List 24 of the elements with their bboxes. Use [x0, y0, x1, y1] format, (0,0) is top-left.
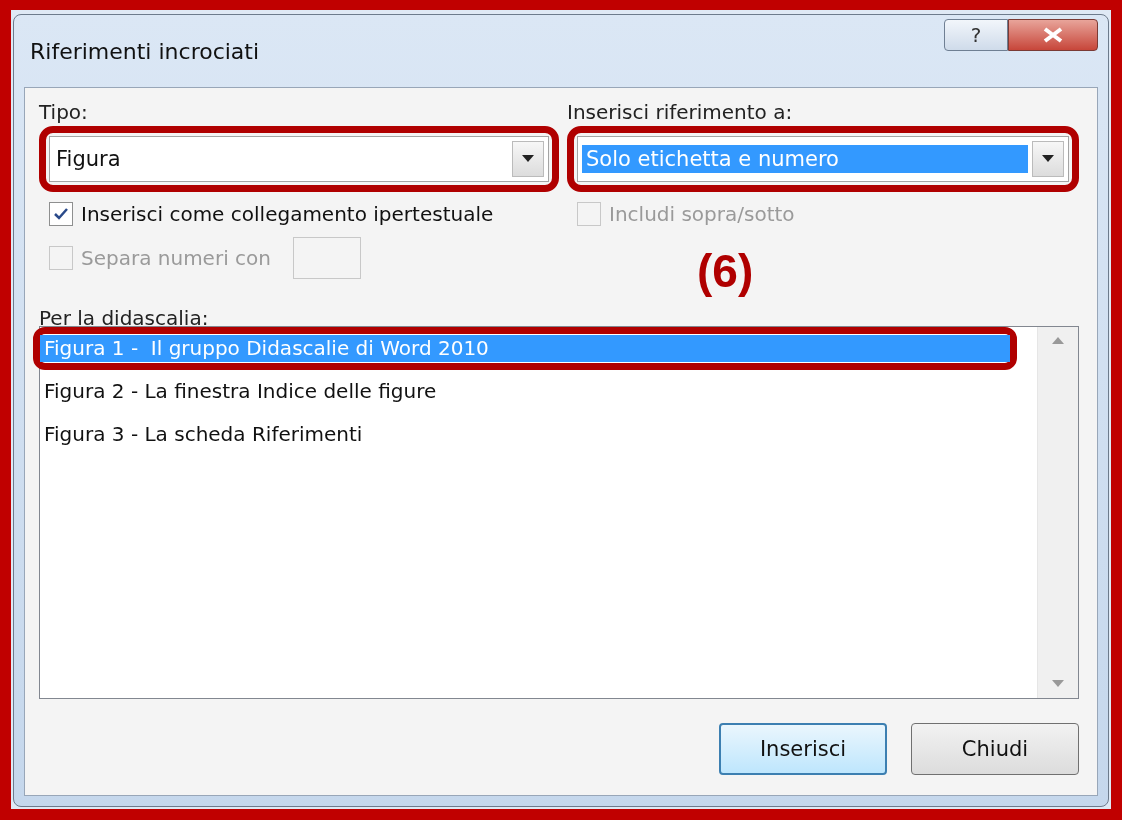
field-label: Inserisci riferimento a: — [567, 100, 794, 126]
scroll-down-icon[interactable] — [1052, 680, 1064, 688]
separator-input-field[interactable] — [293, 237, 361, 279]
list-item[interactable]: Figura 2 - La finestra Indice delle figure — [40, 378, 1010, 405]
list-label: Per la didascalia: — [39, 306, 210, 330]
close-button[interactable] — [1008, 19, 1098, 51]
dialog-button[interactable]: Chiudi — [911, 723, 1079, 775]
check-icon — [53, 207, 69, 221]
list-item[interactable]: Figura 3 - La scheda Riferimenti — [40, 421, 1010, 448]
combo-value: Solo etichetta e numero — [582, 145, 1028, 173]
close-icon[interactable] — [1042, 27, 1064, 43]
help-button[interactable]: ? — [944, 19, 1008, 51]
window-title: Riferimenti incrociati — [29, 38, 261, 64]
checkbox-label: Inserisci come collegamento ipertestuale — [81, 202, 494, 226]
dialog-button[interactable]: Inserisci — [719, 723, 887, 775]
checkbox-label: Includi sopra/sotto — [609, 202, 795, 226]
type-dropdown[interactable]: Figura — [49, 136, 549, 182]
scroll-up-icon[interactable] — [1052, 337, 1064, 345]
checkbox[interactable] — [49, 202, 73, 226]
scrollbar[interactable] — [1037, 327, 1078, 698]
field-label: Tipo: — [39, 100, 89, 126]
annotation-label: (6) — [696, 244, 755, 298]
combo-value: Figura — [55, 147, 122, 171]
checkbox-label: Separa numeri con — [81, 246, 271, 270]
